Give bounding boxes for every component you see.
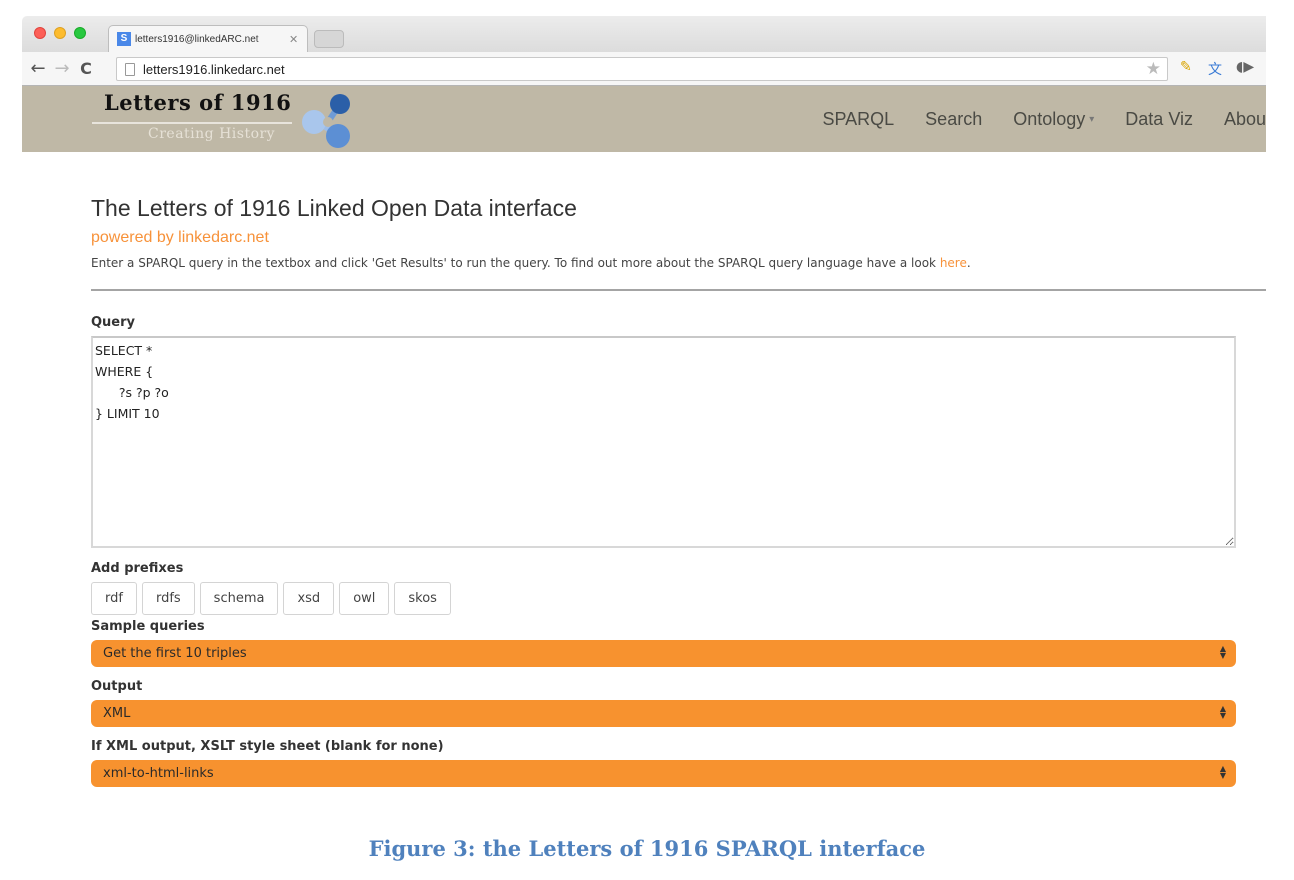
- nav-data-viz[interactable]: Data Viz: [1125, 109, 1193, 130]
- site-header: Letters of 1916 Creating History SPARQL …: [22, 86, 1266, 152]
- query-textarea[interactable]: SELECT * WHERE { ?s ?p ?o } LIMIT 10: [91, 336, 1236, 548]
- chevron-down-icon: ▾: [1089, 114, 1095, 126]
- forward-arrow-icon[interactable]: →: [50, 58, 74, 79]
- browser-toolbar: ← → C letters1916.linkedarc.net ★ ✎ 文 ◖▶: [22, 52, 1266, 86]
- page-title: The Letters of 1916 Linked Open Data int…: [91, 195, 577, 221]
- nav-ontology[interactable]: Ontology ▾: [1013, 109, 1094, 130]
- nav-ontology-label: Ontology: [1013, 108, 1086, 129]
- window-controls: [34, 27, 86, 39]
- reload-icon[interactable]: C: [74, 59, 98, 78]
- sample-queries-select[interactable]: Get the first 10 triples ▲ ▼: [91, 640, 1236, 667]
- address-bar[interactable]: letters1916.linkedarc.net ★: [116, 57, 1168, 81]
- css-pencil-extension-icon[interactable]: ✎: [1180, 59, 1192, 75]
- select-arrows-icon: ▲ ▼: [1219, 704, 1226, 720]
- nav-search[interactable]: Search: [925, 109, 982, 130]
- sparql-help-link[interactable]: here: [940, 256, 967, 270]
- prefix-button-rdfs[interactable]: rdfs: [141, 582, 195, 615]
- prefix-button-schema[interactable]: schema: [199, 582, 279, 615]
- prefix-button-skos[interactable]: skos: [394, 582, 451, 615]
- site-nav: SPARQL Search Ontology▾ Data Viz About: [791, 86, 1266, 152]
- output-select[interactable]: XML ▲ ▼: [91, 700, 1236, 727]
- prefix-button-rdf[interactable]: rdf: [91, 582, 137, 615]
- translate-extension-icon[interactable]: 文: [1208, 59, 1222, 79]
- browser-titlebar: S letters1916@linkedARC.net ✕: [22, 16, 1266, 52]
- intro-text: Enter a SPARQL query in the textbox and …: [91, 256, 1266, 270]
- prefix-buttons: rdf rdfs schema xsd owl skos: [91, 582, 1266, 615]
- bookmark-star-icon[interactable]: ★: [1146, 59, 1161, 79]
- back-arrow-icon[interactable]: ←: [26, 58, 50, 79]
- audio-extension-icon[interactable]: ◖▶: [1236, 59, 1254, 75]
- xslt-label: If XML output, XSLT style sheet (blank f…: [91, 739, 444, 754]
- site-logo-tagline: Creating History: [148, 126, 276, 142]
- intro-end: .: [966, 256, 971, 270]
- xslt-select[interactable]: xml-to-html-links ▲ ▼: [91, 760, 1236, 787]
- close-window-button[interactable]: [34, 27, 46, 39]
- query-label: Query: [91, 315, 136, 330]
- browser-tab[interactable]: S letters1916@linkedARC.net ✕: [108, 25, 308, 52]
- prefix-button-xsd[interactable]: xsd: [283, 582, 335, 615]
- new-tab-button[interactable]: [314, 30, 344, 48]
- select-arrows-icon: ▲ ▼: [1219, 764, 1226, 780]
- sample-queries-label: Sample queries: [91, 619, 205, 634]
- select-arrows-icon: ▲ ▼: [1219, 644, 1226, 660]
- page-icon: [125, 62, 135, 76]
- tab-title: letters1916@linkedARC.net: [135, 33, 259, 45]
- tab-close-icon[interactable]: ✕: [289, 33, 298, 46]
- sample-queries-value: Get the first 10 triples: [103, 646, 247, 661]
- intro-body: Enter a SPARQL query in the textbox and …: [91, 256, 940, 270]
- maximize-window-button[interactable]: [74, 27, 86, 39]
- prefix-button-owl[interactable]: owl: [339, 582, 390, 615]
- nav-sparql[interactable]: SPARQL: [822, 109, 894, 130]
- divider: [91, 289, 1266, 291]
- output-label: Output: [91, 679, 143, 694]
- add-prefixes-label: Add prefixes: [91, 561, 184, 576]
- main-content: The Letters of 1916 Linked Open Data int…: [91, 195, 1266, 787]
- nav-about[interactable]: About: [1224, 109, 1266, 130]
- favicon-icon: S: [117, 32, 131, 46]
- minimize-window-button[interactable]: [54, 27, 66, 39]
- logo-network-icon: [302, 94, 350, 148]
- site-logo-title[interactable]: Letters of 1916: [104, 90, 291, 115]
- xslt-value: xml-to-html-links: [103, 766, 214, 781]
- logo-divider: [92, 122, 292, 124]
- url-text: letters1916.linkedarc.net: [143, 61, 285, 77]
- powered-by-link[interactable]: powered by linkedarc.net: [91, 229, 1266, 247]
- figure-caption: Figure 3: the Letters of 1916 SPARQL int…: [368, 836, 926, 861]
- browser-window: S letters1916@linkedARC.net ✕ ← → C lett…: [22, 16, 1266, 152]
- output-value: XML: [103, 706, 131, 721]
